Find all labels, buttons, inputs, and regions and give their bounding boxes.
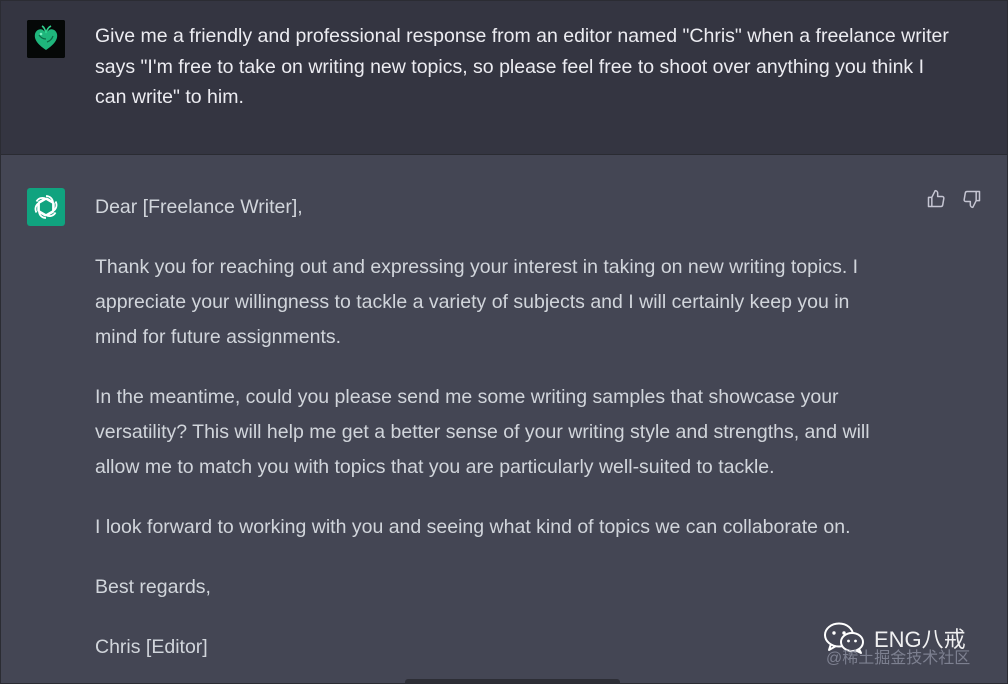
thumbs-up-button[interactable] — [925, 188, 947, 210]
bottom-input-edge — [405, 679, 620, 684]
thumbs-down-icon — [963, 190, 981, 209]
response-paragraph: Thank you for reaching out and expressin… — [95, 256, 859, 348]
watermark: ENG八戒 @稀土掘金技术社区 — [822, 618, 992, 668]
assistant-message-row: Dear [Freelance Writer], Thank you for r… — [0, 155, 1008, 684]
thumbs-down-button[interactable] — [961, 188, 983, 210]
response-paragraph: In the meantime, could you please send m… — [95, 386, 870, 478]
thumbs-up-icon — [927, 189, 945, 208]
watermark-subtitle: @稀土掘金技术社区 — [826, 650, 971, 667]
user-avatar — [27, 20, 65, 58]
greeting-line: Dear [Freelance Writer], — [95, 196, 303, 218]
signature-line: Chris [Editor] — [95, 636, 208, 658]
sign-off-line: Best regards, — [95, 576, 211, 598]
response-paragraph: I look forward to working with you and s… — [95, 516, 851, 538]
heart-avatar-icon — [27, 20, 65, 58]
assistant-avatar — [27, 188, 65, 226]
feedback-controls — [925, 188, 983, 210]
openai-logo-icon — [34, 195, 58, 219]
user-message-text: Give me a friendly and professional resp… — [95, 25, 949, 108]
user-message-row: Give me a friendly and professional resp… — [0, 0, 1008, 155]
